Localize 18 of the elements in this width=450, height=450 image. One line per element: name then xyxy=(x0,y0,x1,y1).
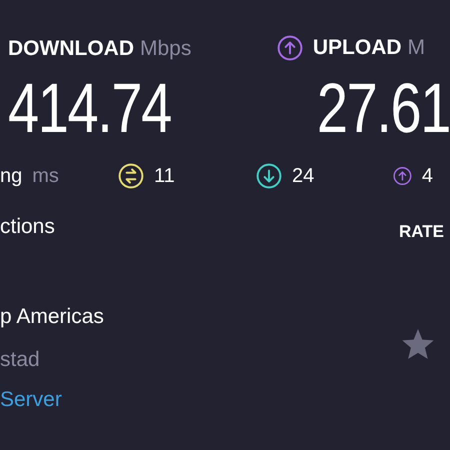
latency-value: 24 xyxy=(292,164,314,189)
change-server-link[interactable]: Server xyxy=(0,384,62,415)
star-icon[interactable] xyxy=(401,328,435,360)
rate-label: RATE xyxy=(399,221,444,243)
swap-arrows-icon xyxy=(118,163,144,189)
ping-unit: ms xyxy=(32,164,59,189)
download-speed: 414.74 xyxy=(8,73,171,143)
upload-unit: M xyxy=(408,35,426,62)
download-label: DOWNLOAD xyxy=(8,36,134,62)
latency-value: 11 xyxy=(154,164,175,189)
upload-speed: 27.61 xyxy=(316,73,450,143)
server-name: p Americas xyxy=(0,304,105,330)
upload-label: UPLOAD xyxy=(312,35,402,62)
ping-label: ng xyxy=(0,164,22,189)
latency-value: 4 xyxy=(422,164,433,189)
connections-label: ctions xyxy=(0,214,56,240)
server-location: stad xyxy=(0,347,41,373)
download-unit: Mbps xyxy=(140,36,192,62)
